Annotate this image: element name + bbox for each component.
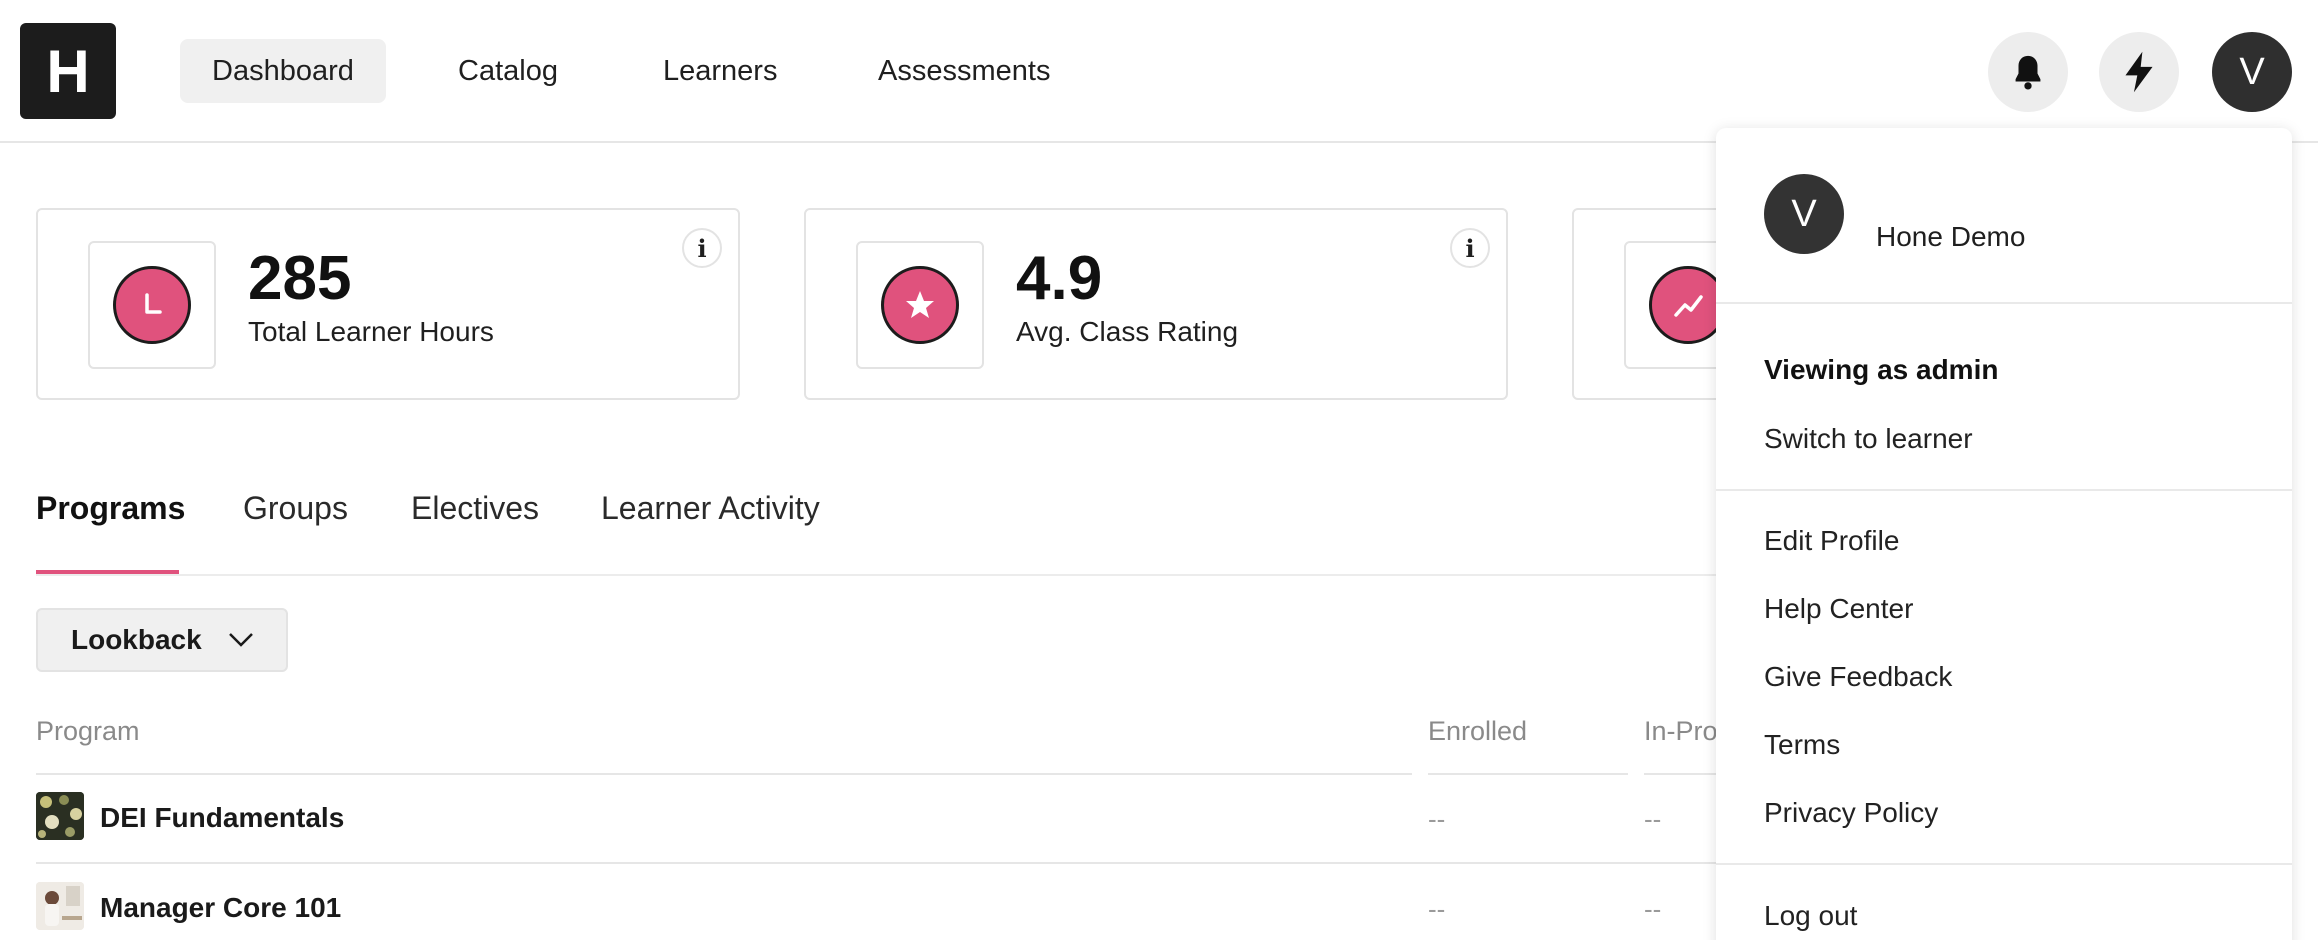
nav-learners[interactable]: Learners — [631, 39, 809, 103]
info-icon[interactable]: i — [682, 228, 722, 268]
info-icon[interactable]: i — [1450, 228, 1490, 268]
stat-card-class-rating: 4.9 Avg. Class Rating i — [804, 208, 1508, 400]
header-divider — [1428, 773, 1628, 775]
menu-item-log-out[interactable]: Log out — [1764, 900, 1857, 932]
program-thumbnail — [36, 792, 84, 840]
menu-user-name: Hone Demo — [1876, 221, 2026, 252]
top-nav-bar: H Dashboard Catalog Learners Assessments… — [0, 0, 2318, 143]
menu-divider — [1716, 489, 2292, 491]
chevron-down-icon — [229, 633, 253, 647]
notifications-button[interactable] — [1988, 32, 2068, 112]
stat-icon-box — [88, 241, 216, 369]
menu-item-edit-profile[interactable]: Edit Profile — [1764, 525, 1899, 557]
menu-item-privacy-policy[interactable]: Privacy Policy — [1764, 797, 1938, 829]
tab-electives[interactable]: Electives — [411, 490, 539, 527]
user-menu-dropdown: V Hone Demo Viewing as admin Switch to l… — [1716, 128, 2292, 940]
app-logo[interactable]: H — [20, 23, 116, 119]
stat-label: Total Learner Hours — [248, 316, 494, 347]
active-tab-indicator — [36, 570, 179, 574]
stat-value: 4.9 — [1016, 244, 1103, 313]
lightning-icon — [2125, 51, 2153, 93]
menu-divider — [1716, 302, 2292, 304]
tabs-divider — [36, 574, 1716, 576]
quick-actions-button[interactable] — [2099, 32, 2179, 112]
menu-avatar: V — [1764, 174, 1844, 254]
menu-item-help-center[interactable]: Help Center — [1764, 593, 1913, 625]
header-divider — [1644, 773, 1724, 775]
header-divider — [36, 773, 1412, 775]
lookback-dropdown[interactable]: Lookback — [36, 608, 288, 672]
program-thumbnail — [36, 882, 84, 930]
stat-value: 285 — [248, 244, 352, 313]
column-header-enrolled[interactable]: Enrolled — [1428, 716, 1527, 747]
program-name[interactable]: DEI Fundamentals — [100, 802, 344, 834]
user-avatar-button[interactable]: V — [2212, 32, 2292, 112]
enrolled-value: -- — [1428, 804, 1446, 834]
nav-assessments[interactable]: Assessments — [846, 39, 1082, 103]
lookback-label: Lookback — [71, 624, 202, 655]
tab-learner-activity[interactable]: Learner Activity — [601, 490, 820, 527]
nav-catalog[interactable]: Catalog — [426, 39, 590, 103]
star-icon — [881, 266, 959, 344]
menu-role-heading: Viewing as admin — [1764, 354, 1999, 385]
column-header-program[interactable]: Program — [36, 716, 140, 747]
menu-item-switch-to-learner[interactable]: Switch to learner — [1764, 423, 1973, 455]
menu-divider — [1716, 863, 2292, 865]
tab-programs[interactable]: Programs — [36, 490, 185, 527]
stat-label: Avg. Class Rating — [1016, 316, 1239, 347]
stat-icon-box — [856, 241, 984, 369]
program-name[interactable]: Manager Core 101 — [100, 892, 341, 924]
tab-groups[interactable]: Groups — [243, 490, 348, 527]
menu-item-give-feedback[interactable]: Give Feedback — [1764, 661, 1952, 693]
in-progress-value: -- — [1644, 804, 1662, 834]
column-header-in-progress[interactable]: In-Pro — [1644, 716, 1718, 747]
in-progress-value: -- — [1644, 894, 1662, 924]
bell-icon — [2015, 55, 2041, 90]
nav-dashboard[interactable]: Dashboard — [180, 39, 386, 103]
enrolled-value: -- — [1428, 894, 1446, 924]
row-divider — [36, 862, 1716, 864]
menu-item-terms[interactable]: Terms — [1764, 729, 1840, 761]
clock-icon — [113, 266, 191, 344]
stat-card-learner-hours: 285 Total Learner Hours i — [36, 208, 740, 400]
